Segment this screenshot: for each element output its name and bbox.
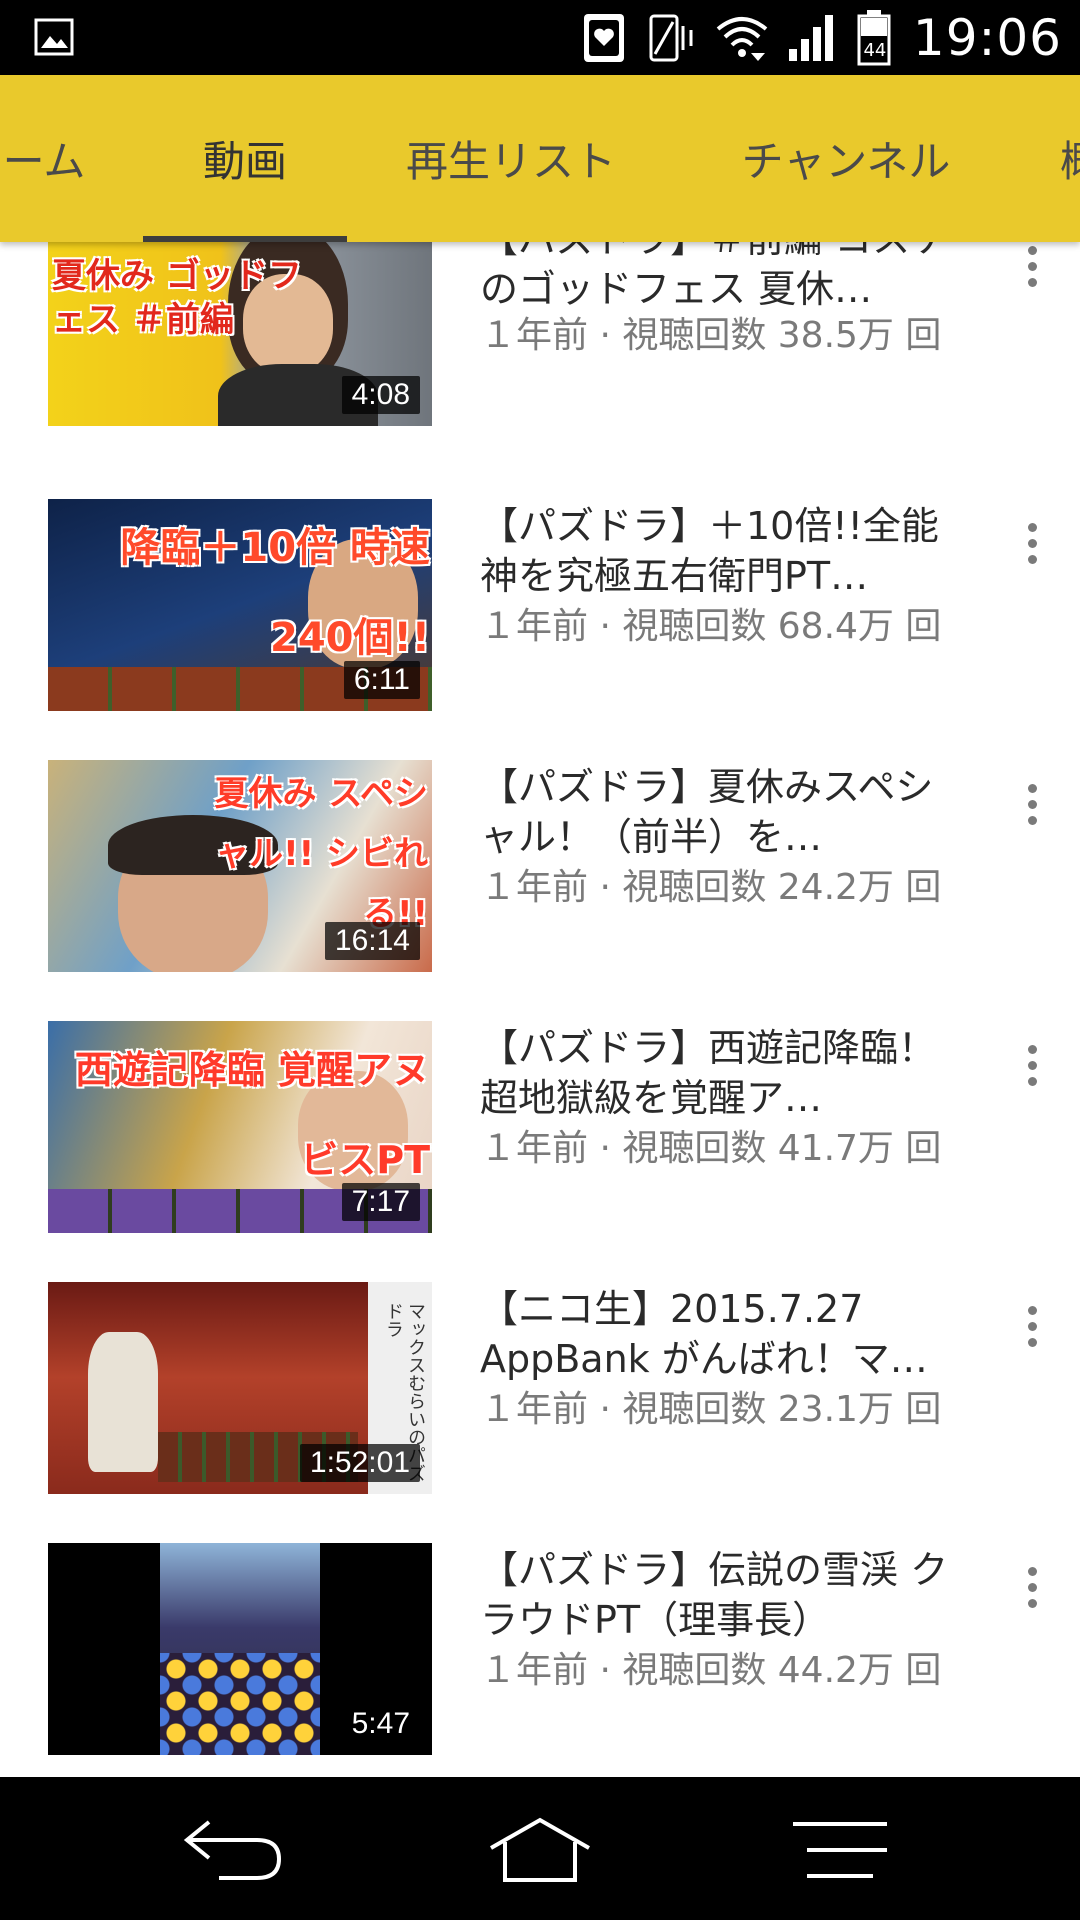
thumbnail-caption: 降臨＋10倍 時速240個!!	[120, 525, 430, 661]
video-item[interactable]: 夏休み ゴッドフェス ＃前編 4:08 【パズドラ】＃前編 コスケのゴッドフェス…	[0, 242, 1080, 426]
video-title[interactable]: 【ニコ生】2015.7.27 AppBank がんばれ！マ…	[480, 1284, 950, 1384]
video-item[interactable]: 降臨＋10倍 時速240個!! 6:11 【パズドラ】＋10倍!!全能神を究極五…	[0, 499, 1080, 711]
video-thumbnail[interactable]: 夏休み スペシャル!! シビれる!! 16:14	[48, 760, 432, 972]
battery-icon: 44	[855, 10, 895, 66]
active-tab-indicator	[143, 236, 347, 242]
wifi-icon	[715, 13, 769, 63]
more-options-button[interactable]	[1002, 764, 1062, 844]
screen: 44 19:06 ーム 動画 再生リスト チャンネル 概 夏休み ゴッドフェス …	[0, 0, 1080, 1920]
video-thumbnail[interactable]: マックスむらいのパズドラ 1:52:01	[48, 1282, 432, 1494]
video-meta: １年前 · 視聴回数 38.5万 回	[480, 315, 942, 356]
back-button[interactable]	[174, 1807, 294, 1891]
video-list[interactable]: 夏休み ゴッドフェス ＃前編 4:08 【パズドラ】＃前編 コスケのゴッドフェス…	[0, 242, 1080, 1777]
video-meta: １年前 · 視聴回数 23.1万 回	[480, 1389, 942, 1430]
more-options-button[interactable]	[1002, 1547, 1062, 1627]
video-item[interactable]: 西遊記降臨 覚醒アヌビスPT 7:17 【パズドラ】西遊記降臨！ 超地獄級を覚醒…	[0, 1021, 1080, 1233]
vibrate-icon	[647, 12, 697, 64]
navigation-bar	[0, 1777, 1080, 1920]
video-thumbnail[interactable]: 5:47	[48, 1543, 432, 1755]
more-vert-icon	[1027, 1044, 1037, 1054]
video-meta: １年前 · 視聴回数 68.4万 回	[480, 606, 942, 647]
video-duration: 16:14	[324, 922, 420, 960]
more-options-button[interactable]	[1002, 1025, 1062, 1105]
more-vert-icon	[1027, 1566, 1037, 1576]
signal-icon	[787, 13, 837, 63]
tab-home[interactable]: ーム	[0, 75, 94, 242]
more-options-button[interactable]	[1002, 503, 1062, 583]
menu-icon	[793, 1822, 887, 1878]
video-meta: １年前 · 視聴回数 44.2万 回	[480, 1650, 942, 1691]
menu-button[interactable]	[780, 1807, 900, 1891]
smartwatch-icon	[579, 12, 629, 64]
video-item[interactable]: 5:47 【パズドラ】伝説の雪渓 クラウドPT（理事長） １年前 · 視聴回数 …	[0, 1543, 1080, 1755]
video-title[interactable]: 【パズドラ】夏休みスペシャル！（前半）を…	[480, 762, 950, 862]
tab-about[interactable]: 概	[1060, 75, 1080, 242]
thumbnail-caption: 夏休み スペシャル!! シビれる!!	[214, 774, 428, 934]
tab-channels[interactable]: チャンネル	[726, 75, 966, 242]
video-item[interactable]: マックスむらいのパズドラ 1:52:01 【ニコ生】2015.7.27 AppB…	[0, 1282, 1080, 1494]
image-icon	[34, 18, 74, 56]
more-options-button[interactable]	[1002, 1286, 1062, 1366]
home-button[interactable]	[480, 1807, 600, 1891]
home-icon	[490, 1817, 590, 1882]
video-duration: 1:52:01	[299, 1444, 420, 1482]
video-meta: １年前 · 視聴回数 41.7万 回	[480, 1128, 942, 1169]
video-thumbnail[interactable]: 西遊記降臨 覚醒アヌビスPT 7:17	[48, 1021, 432, 1233]
battery-level: 44	[863, 40, 887, 61]
thumbnail-caption: 西遊記降臨 覚醒アヌビスPT	[74, 1048, 430, 1182]
video-title[interactable]: 【パズドラ】＋10倍!!全能神を究極五右衛門PT…	[480, 501, 950, 601]
status-bar: 44 19:06	[0, 0, 1080, 75]
more-vert-icon	[1027, 245, 1037, 255]
video-meta: １年前 · 視聴回数 24.2万 回	[480, 867, 942, 908]
back-icon	[183, 1820, 282, 1880]
video-title[interactable]: 【パズドラ】＃前編 コスケのゴッドフェス 夏休…	[480, 242, 950, 314]
clock: 19:06	[912, 9, 1062, 67]
more-vert-icon	[1027, 522, 1037, 532]
tab-playlists[interactable]: 再生リスト	[394, 75, 628, 242]
video-thumbnail[interactable]: 夏休み ゴッドフェス ＃前編 4:08	[48, 242, 432, 426]
video-duration: 6:11	[343, 661, 420, 699]
video-duration: 5:47	[341, 1705, 420, 1743]
video-duration: 4:08	[341, 376, 420, 414]
video-thumbnail[interactable]: 降臨＋10倍 時速240個!! 6:11	[48, 499, 432, 711]
thumbnail-caption: 夏休み ゴッドフェス ＃前編	[52, 256, 302, 340]
channel-tab-bar: ーム 動画 再生リスト チャンネル 概	[0, 75, 1080, 242]
video-item[interactable]: 夏休み スペシャル!! シビれる!! 16:14 【パズドラ】夏休みスペシャル！…	[0, 760, 1080, 972]
video-duration: 7:17	[341, 1183, 420, 1221]
video-title[interactable]: 【パズドラ】西遊記降臨！ 超地獄級を覚醒ア…	[480, 1023, 950, 1123]
video-title[interactable]: 【パズドラ】伝説の雪渓 クラウドPT（理事長）	[480, 1545, 950, 1645]
more-vert-icon	[1027, 1305, 1037, 1315]
more-vert-icon	[1027, 783, 1037, 793]
tab-videos[interactable]: 動画	[143, 75, 347, 242]
more-options-button[interactable]	[1002, 242, 1062, 306]
